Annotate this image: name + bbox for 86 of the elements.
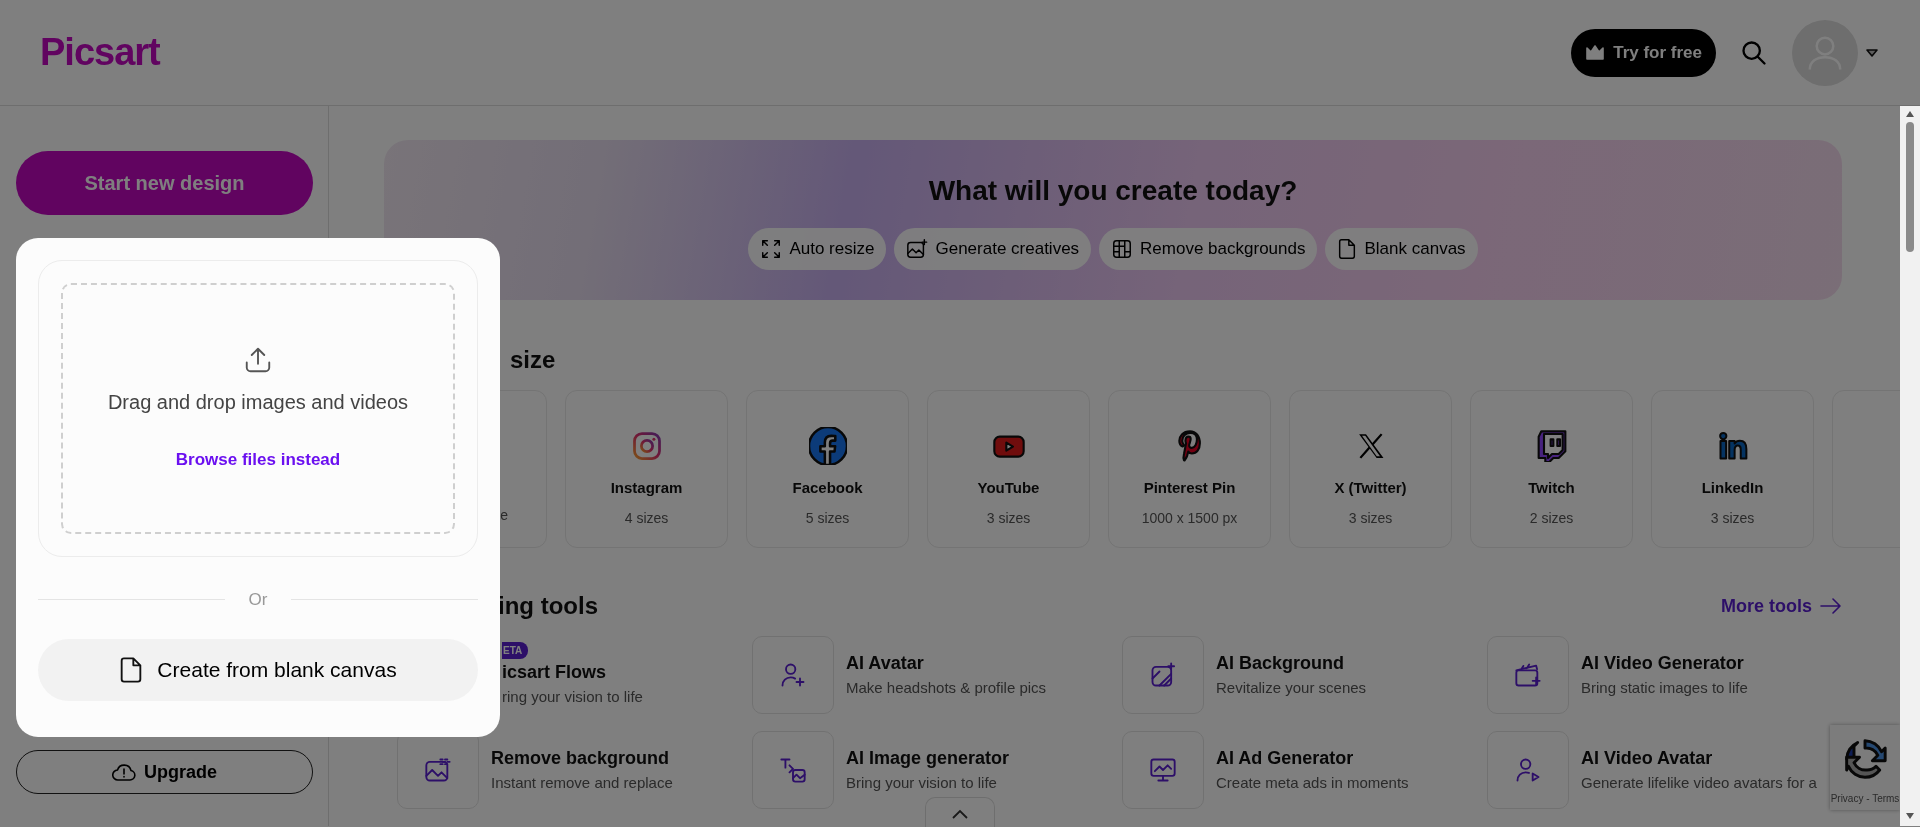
tool-description: Bring static images to life — [1581, 678, 1748, 699]
caret-down-icon — [1866, 49, 1878, 58]
text-to-image-icon — [779, 756, 807, 784]
crown-icon — [1585, 43, 1606, 62]
size-count: 3 sizes — [1709, 508, 1756, 528]
tool-title[interactable]: Remove background — [491, 745, 673, 773]
size-card[interactable]: X (Twitter) 3 sizes — [1289, 390, 1452, 548]
sparkle-checkered-icon — [1149, 661, 1177, 689]
size-card[interactable]: Pinterest Pin 1000 x 1500 px — [1108, 390, 1271, 548]
size-name: LinkedIn — [1700, 478, 1765, 498]
tool-title[interactable]: AI Background — [1216, 650, 1367, 678]
search-icon — [1740, 38, 1768, 67]
chip[interactable]: Auto resize — [748, 228, 887, 270]
checkered-image-icon — [1111, 238, 1134, 260]
scrollbar-thumb[interactable] — [1906, 122, 1914, 252]
size-name: YouTube — [976, 478, 1041, 498]
scroll-up-arrow-icon[interactable] — [1905, 110, 1915, 118]
tool-description: Generate lifelike video avatars for a — [1581, 773, 1817, 794]
recaptcha-links[interactable]: Privacy - Terms — [1830, 791, 1900, 806]
tool-title[interactable]: AI Video Generator — [1581, 650, 1748, 678]
upgrade-button[interactable]: Upgrade — [16, 750, 313, 794]
logo[interactable]: Picsart — [40, 24, 160, 81]
tool-description: Revitalize your scenes — [1216, 678, 1367, 699]
size-count: 3 sizes — [985, 508, 1032, 528]
size-count: 1000 x 1500 px — [1140, 508, 1239, 528]
size-card[interactable]: LinkedIn 3 sizes — [1651, 390, 1814, 548]
tool-description: Make headshots & profile pics — [846, 678, 1047, 699]
size-name: Pinterest Pin — [1142, 478, 1237, 498]
more-tools-link[interactable]: More tools — [1721, 592, 1842, 620]
tool-description: Instant remove and replace — [491, 773, 673, 794]
clapperboard-icon — [1514, 661, 1542, 689]
arrow-right-icon — [1820, 598, 1842, 614]
person-play-icon — [1514, 756, 1542, 784]
size-count: 4 sizes — [623, 508, 670, 528]
tool-title[interactable]: AI Image generator — [846, 745, 1010, 773]
size-name: Instagram — [609, 478, 684, 498]
start-new-design-button[interactable]: Start new design — [16, 151, 313, 215]
section-heading: size — [509, 345, 557, 372]
scrollbar[interactable] — [1900, 106, 1920, 826]
beta-badge: ETA — [502, 641, 529, 659]
drop-instructions: Drag and drop images and videos — [107, 389, 409, 415]
try-for-free-button[interactable]: Try for free — [1571, 28, 1716, 77]
browse-files-link[interactable]: Browse files instead — [175, 446, 341, 473]
tool-description: Bring your vision to life — [846, 773, 998, 794]
tool-title[interactable]: AI Video Avatar — [1581, 745, 1817, 773]
tool-title[interactable]: AI Avatar — [846, 650, 1047, 678]
recaptcha-icon — [1843, 737, 1887, 781]
scroll-up-tab[interactable] — [925, 797, 995, 827]
drop-zone[interactable]: Drag and drop images and videos Browse files instead — [61, 283, 455, 534]
tool-description: ring your vision to life — [502, 686, 643, 707]
size-count: 5 sizes — [804, 508, 851, 528]
size-count: 3 sizes — [1347, 508, 1394, 528]
size-card[interactable]: YouTube 3 sizes — [927, 390, 1090, 548]
size-name: Facebook — [791, 478, 864, 498]
chip[interactable]: Blank canvas — [1325, 228, 1478, 270]
person-plus-icon — [779, 661, 807, 689]
size-name: Twitch — [1527, 478, 1576, 498]
size-card[interactable]: Instagram 4 sizes — [565, 390, 728, 548]
facebook-icon — [808, 427, 847, 465]
create-blank-canvas-button[interactable]: Create from blank canvas — [38, 638, 478, 701]
monitor-chart-icon — [1149, 756, 1177, 784]
instagram-icon — [631, 431, 662, 461]
chip[interactable]: Generate creatives — [894, 228, 1092, 270]
banner-title: What will you create today? — [927, 174, 1299, 208]
tool-title[interactable]: icsart Flows — [502, 658, 643, 686]
size-card[interactable]: Facebook 5 sizes — [746, 390, 909, 548]
divider-label: Or — [248, 589, 268, 611]
caret-up-icon — [952, 808, 968, 819]
section-heading: ing tools — [497, 591, 598, 621]
scroll-down-arrow-icon[interactable] — [1905, 812, 1915, 820]
size-count: 2 sizes — [1528, 508, 1575, 528]
cloud-icon — [112, 762, 136, 782]
blank-page-icon — [1337, 238, 1358, 260]
size-card[interactable]: Twitch 2 sizes — [1470, 390, 1633, 548]
blank-page-icon — [119, 655, 144, 684]
size-count: e — [499, 506, 508, 525]
sparkle-image-icon — [906, 238, 929, 260]
tool-title[interactable]: AI Ad Generator — [1216, 745, 1409, 773]
pinterest-icon — [1175, 430, 1204, 462]
linkedin-icon — [1717, 431, 1748, 461]
sparkle-image-icon — [424, 756, 452, 784]
chip[interactable]: Remove backgrounds — [1099, 228, 1318, 270]
tool-description: Create meta ads in moments — [1216, 773, 1409, 794]
twitch-icon — [1535, 430, 1568, 462]
size-name: X (Twitter) — [1333, 478, 1408, 498]
expand-icon — [760, 238, 783, 260]
